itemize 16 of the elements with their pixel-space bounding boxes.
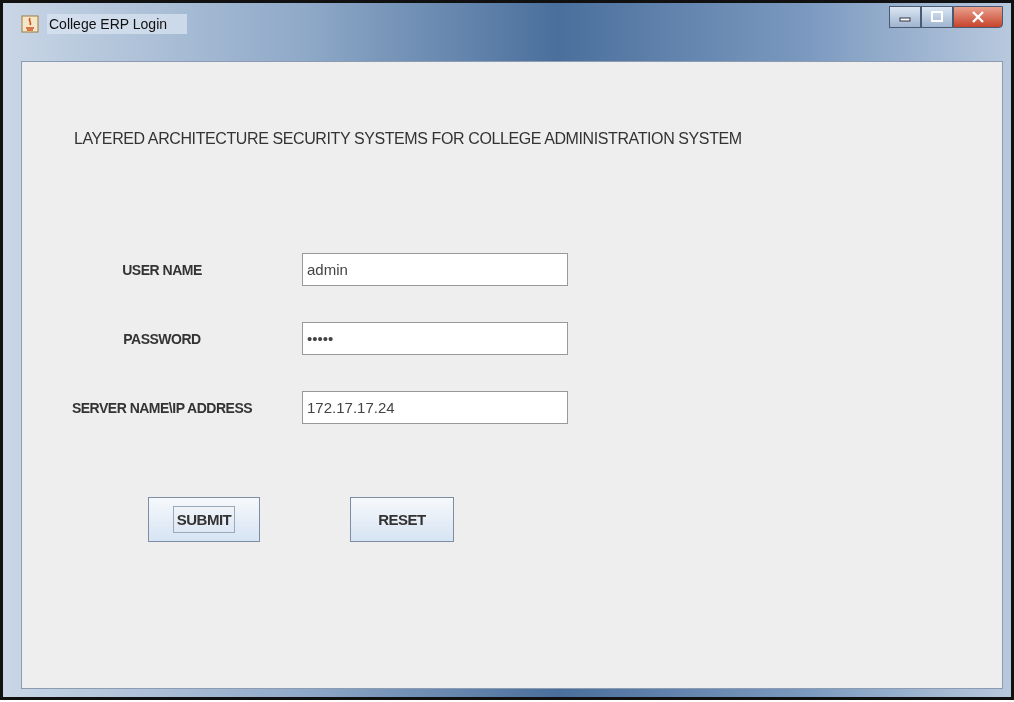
window-title: College ERP Login [47, 14, 188, 34]
field-label: USER NAME [121, 261, 203, 278]
input-field[interactable]: admin [302, 253, 568, 286]
field-label: PASSWORD [122, 330, 202, 347]
maximize-icon [930, 11, 944, 23]
minimize-button[interactable] [889, 6, 921, 28]
close-button[interactable] [953, 6, 1003, 28]
input-field[interactable]: 172.17.17.24 [302, 391, 568, 424]
close-icon [971, 11, 985, 23]
app-icon [21, 15, 39, 33]
heading: LAYERED ARCHITECTURE SECURITY SYSTEMS FOR COLLEGE ADMINISTRATION SYSTEM [74, 130, 743, 148]
action-button[interactable]: RESET [350, 497, 454, 542]
maximize-button[interactable] [921, 6, 953, 28]
action-button[interactable]: SUBMIT [148, 497, 260, 542]
input-field[interactable]: ••••• [302, 322, 568, 355]
field-label: SERVER NAME\IP ADDRESS [70, 399, 254, 416]
